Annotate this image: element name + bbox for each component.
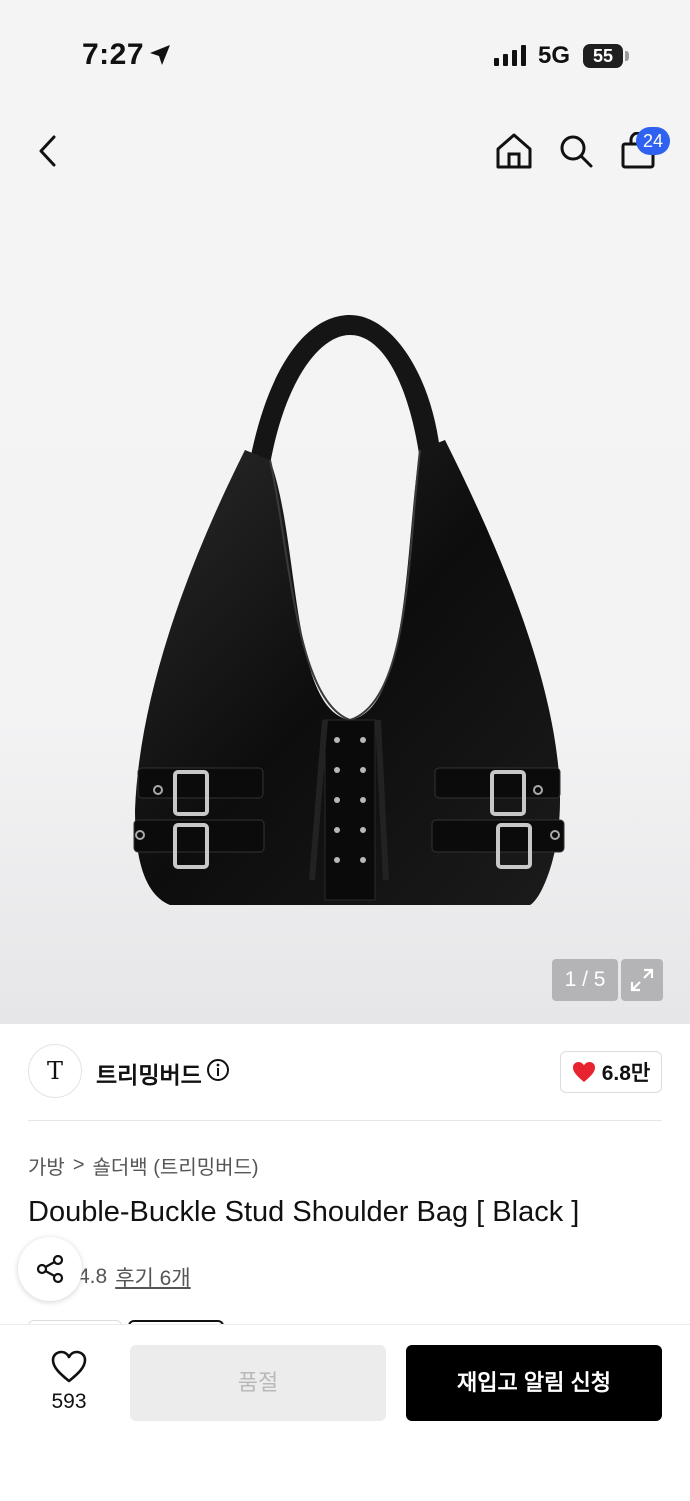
home-button[interactable] [490,127,538,175]
battery-indicator: 55 [583,44,623,68]
rating-value: 4.8 [78,1265,108,1288]
signal-bars-icon [494,45,526,66]
location-arrow-icon [150,45,170,65]
breadcrumb-separator: > [72,1154,85,1176]
status-time: 7:27 [82,38,145,71]
product-image[interactable] [120,300,580,920]
chevron-left-icon [39,135,56,167]
search-icon [560,135,593,168]
wishlist-button[interactable]: 593 [36,1346,102,1420]
info-icon[interactable] [206,1058,230,1082]
share-icon [36,1254,64,1284]
divider [28,1120,662,1121]
back-button[interactable] [24,127,72,175]
brand-like-count: 6.8만 [601,1062,651,1085]
share-button[interactable] [18,1237,82,1301]
product-gallery[interactable]: 7:27 5G 55 24 1 / 5 [0,0,690,1024]
soldout-button[interactable]: 품절 [130,1345,386,1421]
status-bar: 7:27 5G 55 [0,0,690,110]
reviews-link[interactable]: 후기 6개 [115,1262,190,1292]
expand-button[interactable] [621,959,663,1001]
brand-logo-text: T [46,1057,63,1085]
product-title: Double-Buckle Stud Shoulder Bag [ Black … [28,1196,580,1228]
brand-name[interactable]: 트리밍버드 [96,1056,202,1090]
home-icon [496,133,532,169]
cart-count-badge: 24 [636,127,670,155]
search-button[interactable] [552,127,600,175]
breadcrumb: 가방 > 숄더백 (트리밍버드) [28,1151,259,1180]
heart-outline-icon [51,1350,87,1383]
brand-logo[interactable]: T [28,1044,82,1098]
heart-filled-icon [572,1062,595,1082]
breadcrumb-subcategory[interactable]: 숄더백 (트리밍버드) [93,1151,259,1180]
brand-like-button[interactable]: 6.8만 [560,1051,662,1093]
restock-alert-button[interactable]: 재입고 알림 신청 [406,1345,662,1421]
breadcrumb-category[interactable]: 가방 [28,1151,65,1180]
image-counter: 1 / 5 [552,959,618,1001]
expand-icon [630,968,654,992]
network-type: 5G [538,42,571,69]
battery-cap [625,51,629,61]
wishlist-count: 593 [51,1390,87,1413]
